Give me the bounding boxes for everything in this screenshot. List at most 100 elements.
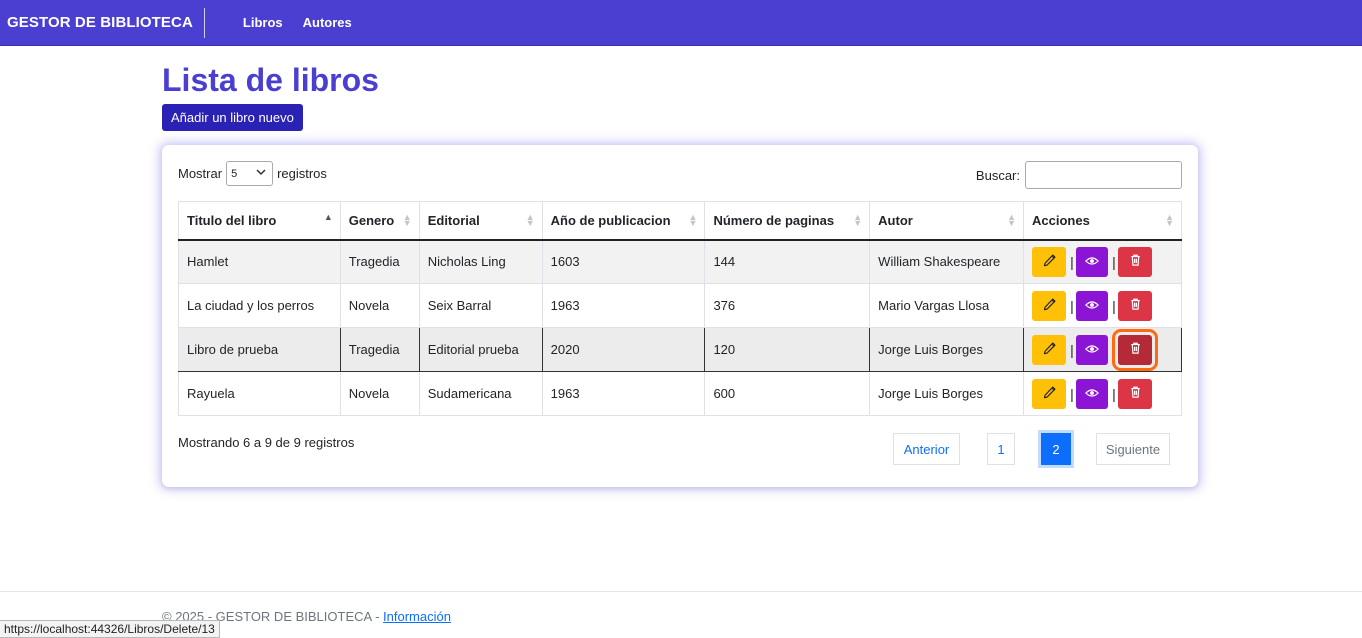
view-button[interactable]: [1076, 290, 1108, 321]
cell-editorial: Nicholas Ling: [418, 239, 543, 284]
add-book-button[interactable]: Añadir un libro nuevo: [162, 104, 303, 131]
trash-icon: [1130, 386, 1141, 401]
search-control: Buscar:: [976, 161, 1182, 189]
show-label: Mostrar: [178, 166, 223, 181]
cell-genero: Novela: [339, 371, 420, 416]
records-label: registros: [277, 166, 327, 181]
cell-acciones: | |: [1023, 239, 1182, 284]
table-row: Hamlet Tragedia Nicholas Ling 1603 144 W…: [178, 239, 1182, 284]
edit-button[interactable]: [1032, 378, 1066, 409]
page-size-value: 5: [231, 167, 238, 180]
eye-icon: [1085, 254, 1099, 269]
link-status-bar: https://localhost:44326/Libros/Delete/13: [0, 620, 220, 638]
pencil-icon: [1043, 254, 1056, 270]
cell-genero: Tragedia: [339, 239, 420, 284]
view-button[interactable]: [1076, 334, 1108, 365]
brand-logo[interactable]: GESTOR DE BIBLIOTECA: [0, 14, 204, 31]
table-info: Mostrando 6 a 9 de 9 registros: [178, 435, 355, 450]
action-separator: |: [1112, 341, 1116, 358]
page-title: Lista de libros: [162, 62, 379, 98]
sort-icon: ▲: [323, 212, 333, 222]
cell-titulo: Rayuela: [178, 371, 341, 416]
view-button[interactable]: [1076, 378, 1108, 409]
column-header-acciones[interactable]: Acciones ▲ ▼: [1023, 201, 1182, 241]
edit-button[interactable]: [1032, 334, 1066, 365]
cell-editorial: Sudamericana: [418, 371, 543, 416]
page-length-control: Mostrar 5 registros: [178, 161, 327, 186]
cell-genero: Novela: [339, 283, 420, 328]
previous-page-button[interactable]: Anterior: [893, 433, 960, 465]
column-header-paginas[interactable]: Número de paginas ▲ ▼: [704, 201, 870, 241]
cell-anio: 1963: [541, 283, 705, 328]
sort-icon: ▲ ▼: [688, 212, 698, 228]
nav-link-autores[interactable]: Autores: [303, 15, 352, 30]
sort-icon: ▲ ▼: [402, 212, 412, 228]
table-header-row: Titulo del libro ▲ Genero ▲ ▼ Editorial ▲ ▼ A…: [178, 201, 1182, 241]
cell-anio: 1603: [541, 239, 705, 284]
page-size-select[interactable]: 5: [226, 161, 274, 186]
cell-editorial: Editorial prueba: [418, 327, 543, 372]
cell-titulo: Hamlet: [178, 239, 341, 284]
pencil-icon: [1043, 297, 1056, 314]
top-navbar: GESTOR DE BIBLIOTECA Libros Autores: [0, 0, 1362, 46]
cell-titulo: La ciudad y los perros: [178, 283, 341, 328]
next-page-button[interactable]: Siguiente: [1096, 433, 1170, 465]
edit-button[interactable]: [1032, 290, 1066, 321]
table-row: La ciudad y los perros Novela Seix Barra…: [178, 283, 1182, 328]
trash-icon: [1130, 342, 1141, 357]
pagination: Anterior 1 2 Siguiente: [893, 433, 1173, 465]
cell-editorial: Seix Barral: [418, 283, 543, 328]
pencil-icon: [1043, 341, 1056, 358]
cell-autor: Jorge Luis Borges: [869, 371, 1024, 416]
cell-anio: 2020: [541, 327, 705, 372]
delete-button[interactable]: [1112, 328, 1158, 371]
pencil-icon: [1043, 385, 1056, 402]
cell-paginas: 600: [704, 371, 870, 416]
action-separator: |: [1112, 385, 1116, 402]
sort-icon: ▲ ▼: [525, 212, 535, 228]
cell-acciones: | |: [1023, 283, 1182, 328]
action-separator: |: [1070, 253, 1074, 270]
brand-divider: [203, 7, 205, 38]
edit-button[interactable]: [1032, 246, 1066, 277]
cell-genero: Tragedia: [339, 327, 420, 372]
search-label: Buscar:: [975, 167, 1020, 183]
delete-button[interactable]: [1118, 290, 1152, 321]
trash-icon: [1130, 298, 1141, 313]
table-row: Libro de prueba Tragedia Editorial prueb…: [178, 327, 1182, 372]
cell-autor: Jorge Luis Borges: [869, 327, 1024, 372]
page-2-button[interactable]: 2: [1041, 433, 1071, 465]
nav-link-libros[interactable]: Libros: [243, 15, 283, 30]
sort-icon: ▲ ▼: [1007, 212, 1016, 228]
cell-paginas: 144: [704, 239, 870, 284]
sort-icon: ▲ ▼: [1165, 212, 1174, 228]
delete-button[interactable]: [1118, 246, 1152, 277]
action-separator: |: [1070, 341, 1074, 358]
action-separator: |: [1112, 297, 1116, 314]
page-1-button[interactable]: 1: [987, 433, 1015, 465]
column-header-titulo[interactable]: Titulo del libro ▲: [178, 201, 341, 241]
cell-anio: 1963: [541, 371, 705, 416]
chevron-down-icon: [256, 168, 266, 179]
cell-acciones: | |: [1023, 327, 1182, 372]
column-header-genero[interactable]: Genero ▲ ▼: [339, 201, 420, 241]
column-header-anio[interactable]: Año de publicacion ▲ ▼: [541, 201, 705, 241]
column-header-autor[interactable]: Autor ▲ ▼: [869, 201, 1024, 241]
books-card: Mostrar 5 registros Buscar: Titulo del l…: [162, 145, 1198, 487]
footer-divider: [0, 591, 1362, 592]
eye-icon: [1085, 298, 1099, 313]
column-header-editorial[interactable]: Editorial ▲ ▼: [418, 201, 543, 241]
action-separator: |: [1070, 297, 1074, 314]
delete-button[interactable]: [1118, 378, 1152, 409]
cell-acciones: | |: [1023, 371, 1182, 416]
view-button[interactable]: [1076, 246, 1108, 277]
action-separator: |: [1112, 253, 1116, 270]
footer-info-link[interactable]: Información: [383, 609, 451, 624]
cell-paginas: 120: [704, 327, 870, 372]
cell-titulo: Libro de prueba: [178, 327, 341, 372]
cell-paginas: 376: [704, 283, 870, 328]
action-separator: |: [1070, 385, 1074, 402]
cell-autor: Mario Vargas Llosa: [869, 283, 1024, 328]
search-input[interactable]: [1025, 161, 1182, 189]
sort-icon: ▲ ▼: [853, 212, 863, 228]
